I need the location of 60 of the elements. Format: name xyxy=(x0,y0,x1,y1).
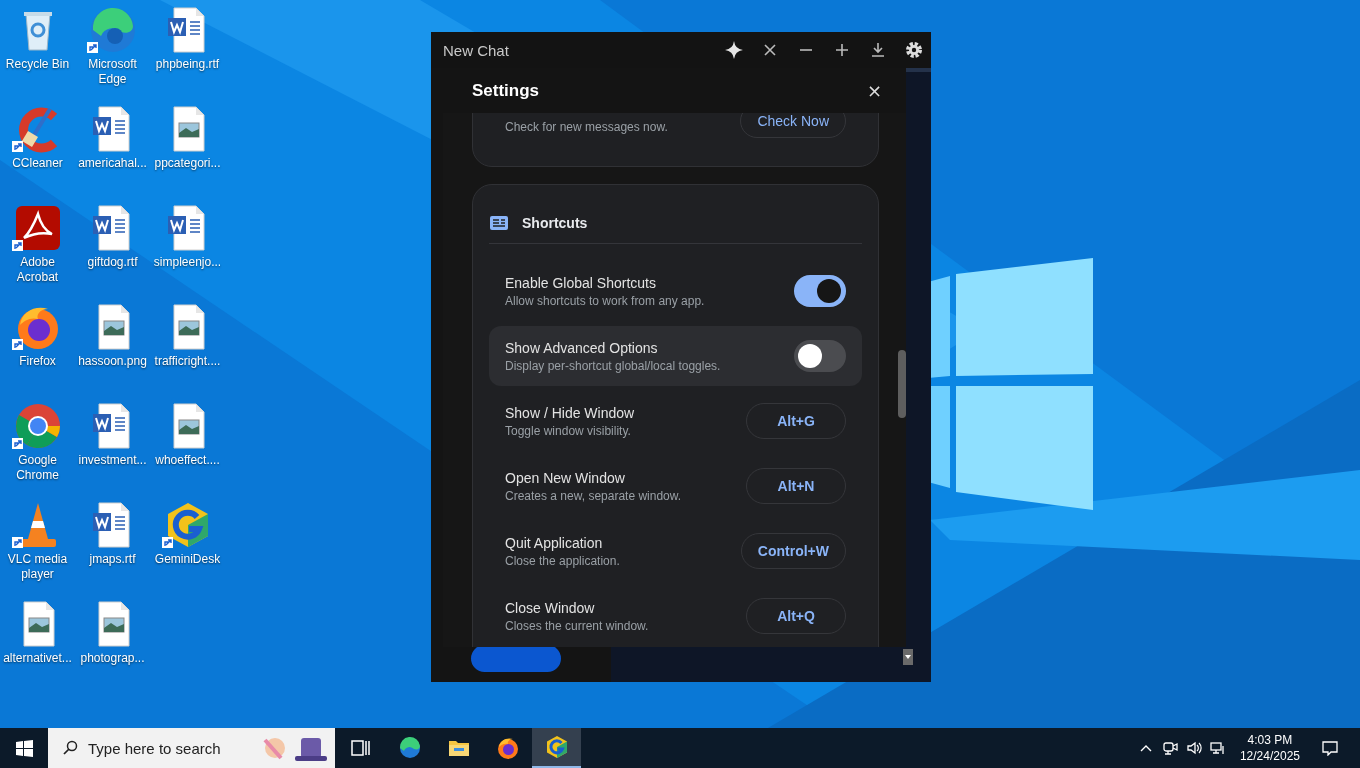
icon-label[interactable]: GeminiDesk xyxy=(154,552,221,567)
window-title: New Chat xyxy=(443,41,510,59)
icon-label[interactable]: hassoon.png xyxy=(78,354,147,369)
action-button[interactable] xyxy=(471,645,561,672)
icon-label[interactable]: CCleaner xyxy=(12,156,63,171)
setting-label: Enable Global Shortcuts xyxy=(505,274,657,291)
close-button[interactable]: × xyxy=(866,80,882,101)
browser-icon[interactable] xyxy=(397,736,422,760)
dialog-title: Settings xyxy=(472,80,541,101)
setting-label: Open New Window xyxy=(505,469,626,486)
setting-description: Display per-shortcut global/local toggles. xyxy=(505,358,722,373)
setting-label: Quit Application xyxy=(505,534,604,551)
icon-label[interactable]: ppcategori... xyxy=(154,156,221,171)
browser-icon[interactable] xyxy=(13,402,62,450)
settings-icon[interactable] xyxy=(904,40,924,60)
setting-description: Allow shortcuts to work from any app. xyxy=(505,293,706,308)
icon-label[interactable]: Firefox xyxy=(19,354,56,369)
setting-description: Toggle window visibility. xyxy=(505,423,632,438)
icon-label[interactable]: Recycle Bin xyxy=(5,57,70,72)
search-icon xyxy=(62,740,78,756)
setting-description: Close the application. xyxy=(505,553,621,568)
camera-icon[interactable] xyxy=(1161,740,1178,756)
section-title: Shortcuts xyxy=(522,215,588,231)
icon-label[interactable]: giftdog.rtf xyxy=(87,255,138,270)
browser-icon[interactable] xyxy=(88,6,137,54)
network-icon[interactable] xyxy=(1209,740,1226,756)
icon-label[interactable]: photograp... xyxy=(80,651,145,666)
hexagon-app-icon[interactable] xyxy=(544,735,569,759)
setting-label: Show / Hide Window xyxy=(505,404,636,421)
icon-label[interactable]: americahal... xyxy=(78,156,147,171)
fox-browser-icon[interactable] xyxy=(495,736,520,760)
sparkle-icon[interactable] xyxy=(724,40,744,60)
clock-time[interactable]: 4:03 PM xyxy=(1247,732,1293,748)
setting-description: Check for new messages now. xyxy=(505,120,668,136)
windows-start-icon[interactable] xyxy=(15,739,33,757)
icon-label[interactable]: Google Chrome xyxy=(5,453,70,483)
search-field[interactable]: Type here to search xyxy=(48,728,335,768)
icon-label[interactable]: jmaps.rtf xyxy=(89,552,136,567)
icon-label[interactable]: whoeffect.... xyxy=(155,453,220,468)
setting-description: Closes the current window. xyxy=(505,618,650,633)
icon-label[interactable]: investment... xyxy=(78,453,147,468)
icon-label[interactable]: phpbeing.rtf xyxy=(155,57,220,72)
icon-label[interactable]: VLC media player xyxy=(5,552,70,582)
setting-label: Show Advanced Options xyxy=(505,339,659,356)
toggle-switch[interactable] xyxy=(794,340,846,372)
icon-label[interactable]: simpleenjo... xyxy=(153,255,222,270)
taskbar-app-button[interactable] xyxy=(532,728,581,768)
setting-description: Creates a new, separate window. xyxy=(505,488,683,503)
keyboard-icon xyxy=(490,216,508,230)
icon-label[interactable]: Adobe Acrobat xyxy=(5,255,70,285)
pdf-app-icon[interactable] xyxy=(13,204,62,252)
icon-label[interactable]: alternativet... xyxy=(3,651,72,666)
volume-icon[interactable] xyxy=(1185,740,1202,756)
icon-label[interactable]: Microsoft Edge xyxy=(80,57,145,87)
scrollbar-thumb[interactable] xyxy=(898,350,906,418)
icon-label[interactable]: trafficright.... xyxy=(154,354,221,369)
clock-date[interactable]: 12/24/2025 xyxy=(1239,748,1300,764)
notification-icon[interactable] xyxy=(1322,740,1338,756)
setting-label: Close Window xyxy=(505,599,596,616)
toggle-switch[interactable] xyxy=(794,275,846,307)
